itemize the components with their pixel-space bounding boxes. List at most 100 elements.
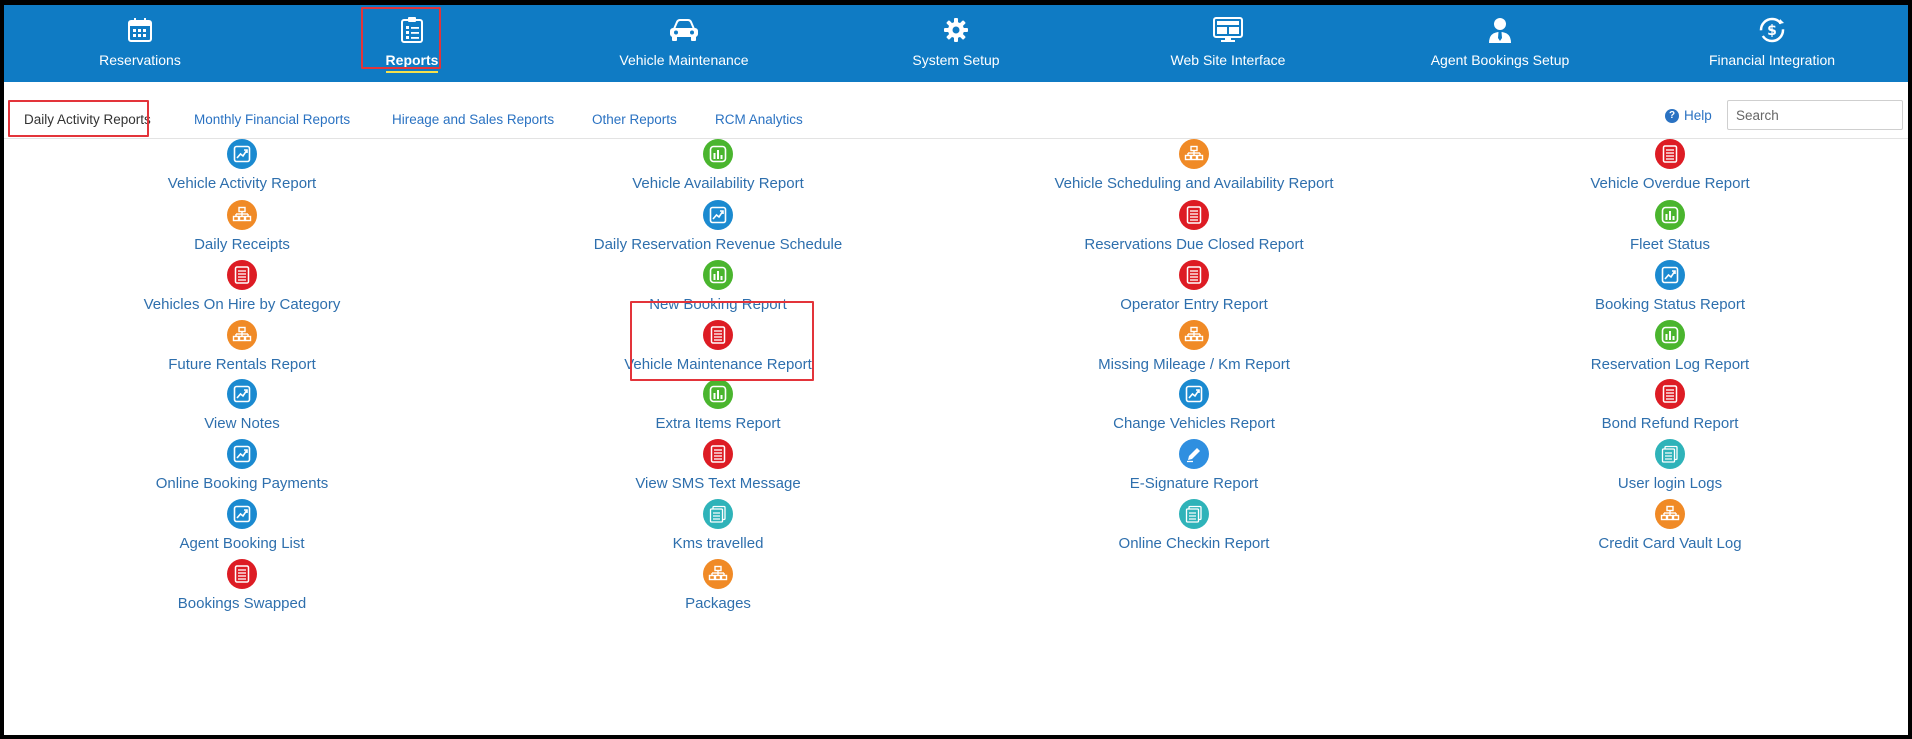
report-link[interactable]: Missing Mileage / Km Report [956,320,1432,380]
report-link[interactable]: Vehicle Maintenance Report [480,320,956,380]
nav-item-agent-bookings-setup[interactable]: Agent Bookings Setup [1364,5,1636,82]
report-link[interactable]: Agent Booking List [4,499,480,559]
search-input[interactable] [1727,100,1903,130]
report-label: Kms travelled [672,535,764,552]
nav-label: Web Site Interface [1170,52,1286,68]
stacked-docs-icon [1179,499,1209,529]
report-link[interactable]: Reservations Due Closed Report [956,200,1432,260]
report-grid: Vehicle Activity Report Daily Receipts Veh… [4,139,1908,735]
tab-daily-activity-reports[interactable]: Daily Activity Reports [24,112,151,127]
bar-chart-icon [703,139,733,169]
bar-chart-icon [703,260,733,290]
document-icon [1655,139,1685,169]
car-icon [668,16,700,44]
nav-label: Vehicle Maintenance [619,52,749,68]
active-underline [386,71,438,73]
report-label: Reservation Log Report [1590,356,1750,373]
document-icon [1655,379,1685,409]
report-link[interactable]: Booking Status Report [1432,260,1908,320]
report-label: Missing Mileage / Km Report [1098,356,1290,373]
report-link[interactable]: New Booking Report [480,260,956,320]
report-label: Online Checkin Report [1118,535,1270,552]
report-link[interactable]: Credit Card Vault Log [1432,499,1908,559]
nav-item-vehicle-maintenance[interactable]: Vehicle Maintenance [548,5,820,82]
document-icon [227,559,257,589]
help-link[interactable]: ? Help [1665,108,1712,123]
report-link[interactable]: Bookings Swapped [4,559,480,619]
report-link[interactable]: User login Logs [1432,439,1908,499]
tab-rcm-analytics[interactable]: RCM Analytics [715,112,803,127]
calendar-icon [126,16,154,44]
report-label: Packages [685,595,751,612]
nav-item-web-site-interface[interactable]: Web Site Interface [1092,5,1364,82]
user-tie-icon [1488,16,1512,44]
report-link[interactable]: Daily Receipts [4,200,480,260]
report-link[interactable]: E-Signature Report [956,439,1432,499]
report-label: New Booking Report [649,296,787,313]
report-label: View SMS Text Message [635,475,801,492]
document-icon [703,439,733,469]
report-label: Extra Items Report [655,415,781,432]
report-link[interactable]: Online Checkin Report [956,499,1432,559]
monitor-icon [1213,16,1243,44]
bar-chart-icon [1655,200,1685,230]
document-icon [703,320,733,350]
report-label: E-Signature Report [1129,475,1259,492]
report-label: Vehicle Availability Report [632,175,804,192]
hierarchy-icon [227,200,257,230]
report-link[interactable]: Vehicle Scheduling and Availability Repo… [956,139,1432,199]
sub-navigation: Daily Activity Reports Monthly Financial… [4,82,1908,139]
hierarchy-icon [1655,499,1685,529]
app-window: Reservations Reports Vehicle Maintenance… [4,5,1908,735]
report-link[interactable]: Vehicle Availability Report [480,139,956,199]
hierarchy-icon [1179,139,1209,169]
document-icon [1179,200,1209,230]
nav-item-reservations[interactable]: Reservations [4,5,276,82]
report-link[interactable]: Packages [480,559,956,619]
document-icon [227,260,257,290]
report-link[interactable]: Kms travelled [480,499,956,559]
report-label: Vehicle Maintenance Report [624,356,812,373]
trend-chart-icon [1179,379,1209,409]
report-link[interactable]: Daily Reservation Revenue Schedule [480,200,956,260]
report-link[interactable]: Vehicle Overdue Report [1432,139,1908,199]
trend-chart-icon [703,200,733,230]
hierarchy-icon [1179,320,1209,350]
report-label: Agent Booking List [179,535,305,552]
pen-icon [1179,439,1209,469]
report-label: Vehicles On Hire by Category [143,296,341,313]
tab-other-reports[interactable]: Other Reports [592,112,677,127]
hierarchy-icon [227,320,257,350]
report-link[interactable]: Vehicle Activity Report [4,139,480,199]
report-link[interactable]: Future Rentals Report [4,320,480,380]
nav-item-financial-integration[interactable]: $ Financial Integration [1636,5,1908,82]
report-label: Fleet Status [1629,236,1711,253]
report-link[interactable]: Operator Entry Report [956,260,1432,320]
trend-chart-icon [227,439,257,469]
report-label: Vehicle Overdue Report [1590,175,1750,192]
dollar-sync-icon: $ [1758,16,1786,44]
report-link[interactable]: Fleet Status [1432,200,1908,260]
trend-chart-icon [1655,260,1685,290]
report-label: Bookings Swapped [177,595,307,612]
clipboard-list-icon [399,16,425,44]
report-link[interactable]: Bond Refund Report [1432,379,1908,439]
report-label: Vehicle Activity Report [167,175,317,192]
nav-item-system-setup[interactable]: System Setup [820,5,1092,82]
tab-monthly-financial-reports[interactable]: Monthly Financial Reports [194,112,350,127]
report-link[interactable]: View Notes [4,379,480,439]
report-label: Future Rentals Report [168,356,316,373]
report-link[interactable]: Reservation Log Report [1432,320,1908,380]
report-link[interactable]: Change Vehicles Report [956,379,1432,439]
report-link[interactable]: Extra Items Report [480,379,956,439]
report-link[interactable]: Vehicles On Hire by Category [4,260,480,320]
report-label: Daily Receipts [194,236,290,253]
nav-item-reports[interactable]: Reports [276,5,548,82]
stacked-docs-icon [1655,439,1685,469]
nav-label: Financial Integration [1708,52,1836,68]
report-link[interactable]: View SMS Text Message [480,439,956,499]
tab-hireage-and-sales-reports[interactable]: Hireage and Sales Reports [392,112,554,127]
report-link[interactable]: Online Booking Payments [4,439,480,499]
svg-text:$: $ [1767,23,1777,39]
hierarchy-icon [703,559,733,589]
